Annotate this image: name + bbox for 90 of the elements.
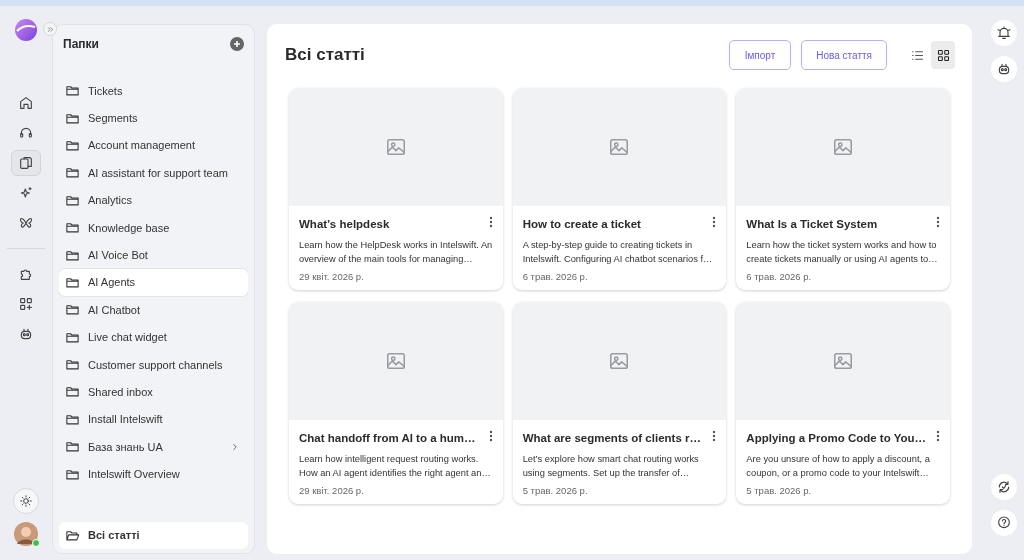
article-card[interactable]: Chat handoff from AI to a hum… Learn how intelligent request routing works. How an AI agent identifies the right agent an… 29 квіт. 2026 р. (289, 302, 503, 504)
sun-icon (19, 494, 33, 508)
folder-item[interactable]: AI Agents (59, 268, 248, 297)
folder-item[interactable]: Tickets (59, 77, 248, 105)
folder-item[interactable]: Analytics (59, 186, 248, 214)
image-icon (384, 350, 407, 372)
more-icon (712, 216, 717, 228)
plus-icon (233, 40, 241, 48)
double-chevron-icon (45, 24, 55, 34)
home-icon (18, 95, 34, 111)
folder-item[interactable]: Knowledge base (59, 213, 248, 242)
more-icon (488, 216, 493, 228)
article-date: 29 квіт. 2026 р. (299, 271, 365, 282)
sync-icon (996, 479, 1012, 495)
folder-item[interactable]: Intelswift Overview (59, 460, 248, 488)
folder-item[interactable]: Segments (59, 104, 248, 132)
article-description: Learn how the ticket system works and how to create tickets manually or using AI agents to… (746, 239, 939, 266)
article-title: What Is a Ticket System (746, 217, 878, 230)
sync-button[interactable] (991, 474, 1017, 500)
butterfly-icon (18, 215, 34, 231)
image-icon (608, 136, 631, 158)
page-title: Всі статті (285, 45, 366, 65)
folder-item[interactable]: Customer support channels (59, 350, 248, 379)
nav-button[interactable] (11, 150, 41, 176)
more-icon (488, 430, 493, 442)
folder-item[interactable]: Shared inbox (59, 378, 248, 406)
folder-item[interactable]: Live chat widget (59, 323, 248, 351)
article-description: Let’s explore how smart chat routing works using segments. Set up the transfer of… (522, 453, 700, 480)
article-description: Are you unsure of how to apply a discount, a coupon, or a promo code to your Intelswift… (746, 453, 931, 480)
folder-icon (65, 165, 80, 181)
apps-icon (18, 296, 34, 312)
avatar[interactable] (14, 522, 38, 546)
folder-item[interactable]: Install Intelswift (59, 405, 248, 434)
more-icon (936, 216, 940, 228)
article-date: 6 трав. 2026 р. (522, 271, 589, 282)
grid-view-button[interactable] (931, 41, 955, 69)
article-description: Learn how the HelpDesk works in Intelswift. An overview of the main tools for managing… (299, 239, 493, 266)
folder-icon (65, 302, 80, 318)
folder-item[interactable]: Account management (59, 131, 248, 160)
article-description: A step-by-step guide to creating tickets in Intelswift. Configuring AI chatbot scenarios f… (522, 239, 714, 266)
bell-icon (996, 25, 1012, 41)
article-card[interactable]: What Is a Ticket System Learn how the ticket system works and how to create tickets manually or using AI agents to… 6 трав. 2026 р. (736, 88, 950, 290)
article-card[interactable]: What are segments of clients r… Let’s explore how smart chat routing works using segments. Set up the transfer of… 5 трав. 2026 р. (512, 302, 727, 504)
new-article-button[interactable]: Нова стаття (801, 40, 887, 70)
folder-item[interactable]: AI Voice Bot (59, 241, 248, 269)
article-title: What are segments of clients r… (522, 431, 701, 444)
folder-item[interactable]: База знань UA (59, 433, 248, 461)
theme-button[interactable] (13, 488, 39, 514)
article-description: Learn how intelligent request routing works. How an AI agent identifies the right agent an… (299, 453, 492, 480)
article-title: How to create a ticket (522, 217, 641, 230)
sparkles-icon (18, 185, 34, 201)
help-icon (996, 515, 1012, 531)
more-icon (936, 430, 940, 442)
image-icon (832, 136, 855, 158)
add-folder-button[interactable] (230, 37, 244, 51)
article-title: Applying a Promo Code to You… (746, 431, 927, 444)
article-title: What’s helpdesk (299, 217, 390, 230)
folder-icon (65, 384, 80, 400)
image-icon (608, 350, 631, 372)
folder-item[interactable]: AI assistant for support team (59, 159, 248, 187)
documents-icon (18, 155, 34, 171)
import-button[interactable]: Імпорт (728, 40, 792, 70)
article-card[interactable]: What’s helpdesk Learn how the HelpDesk works in Intelswift. An overview of the main tools for managing… 29 квіт. 2026 р. (289, 88, 503, 290)
robot-icon (18, 326, 34, 342)
headset-icon (18, 125, 34, 141)
robot-icon (996, 61, 1012, 77)
article-date: 29 квіт. 2026 р. (299, 485, 365, 496)
article-title: Chat handoff from AI to a hum… (299, 431, 476, 444)
folder-item[interactable]: Всі статті (59, 521, 248, 549)
image-icon (832, 350, 855, 372)
panel-title: Папки (63, 37, 99, 51)
assistant-button[interactable] (991, 56, 1017, 82)
article-card[interactable]: How to create a ticket A step-by-step guide to creating tickets in Intelswift. Configuring AI chatbot scenarios f… 6 трав. 2026 р. (512, 88, 727, 290)
article-date: 5 трав. 2026 р. (522, 485, 589, 496)
article-card[interactable]: Applying a Promo Code to You… Are you unsure of how to apply a discount, a coupon, or a promo code to your Intelswift… 5 трав. 2026 р. (736, 302, 950, 504)
folder-icon (65, 357, 80, 373)
folder-icon (65, 220, 80, 236)
notifications-button[interactable] (991, 20, 1017, 46)
logo-icon (14, 18, 38, 42)
puzzle-icon (18, 266, 34, 282)
folder-icon (65, 439, 80, 455)
folder-item[interactable]: AI Chatbot (59, 296, 248, 324)
folder-icon (65, 83, 80, 99)
article-date: 6 трав. 2026 р. (746, 271, 813, 282)
more-icon (712, 430, 717, 442)
help-button[interactable] (991, 510, 1017, 536)
grid-icon (935, 47, 951, 63)
chevron-right-icon (230, 441, 240, 452)
article-date: 5 трав. 2026 р. (746, 485, 813, 496)
image-icon (384, 136, 407, 158)
